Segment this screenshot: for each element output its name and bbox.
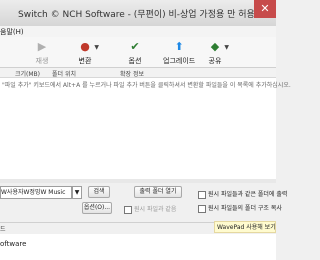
wavepad-notice[interactable]: WavePad 사용해 보기 [214, 221, 276, 233]
upgrade-label: 업그레이드 [163, 57, 196, 65]
output-same-folder-checkbox[interactable] [198, 190, 206, 199]
folder-dropdown-button[interactable]: ▼ [72, 186, 82, 199]
same-folder-label: 원시 파일과 같음 [134, 206, 177, 213]
checklist-icon: ✔ [130, 40, 140, 53]
menu-help[interactable]: 움말(H) [0, 27, 24, 37]
copy-folder-structure-option[interactable]: 원시 파일들의 폴더 구조 복사 [198, 203, 282, 213]
status-text: 드 [0, 226, 6, 233]
column-info[interactable]: 확장 정보 [120, 69, 144, 78]
options-label: 옵션 [128, 57, 142, 65]
convert-icon: ● [80, 40, 90, 53]
browse-button[interactable]: 검색 [88, 186, 110, 198]
play-label: 재생 [35, 57, 49, 65]
footer-text: oftware [0, 240, 27, 248]
share-icon: ◆ [210, 40, 220, 53]
upgrade-icon: ⬆ [174, 40, 184, 53]
options-button[interactable]: ✔ 옵션 [128, 40, 142, 66]
close-button[interactable]: ✕ [254, 0, 276, 18]
share-button[interactable]: ◆ 공유 ▼ [208, 40, 229, 66]
chevron-down-icon[interactable]: ▼ [224, 44, 229, 51]
same-folder-checkbox[interactable] [124, 205, 132, 214]
file-list[interactable] [0, 78, 276, 179]
copy-folder-structure-label: 원시 파일들의 폴더 구조 복사 [208, 205, 282, 212]
convert-label: 변환 [78, 57, 92, 65]
menu-bar [0, 26, 276, 37]
window-title: Switch © NCH Software - (무편이) 비-상업 가정용 만… [18, 10, 255, 20]
chevron-down-icon[interactable]: ▼ [94, 44, 99, 51]
play-icon: ▶ [37, 40, 47, 53]
output-same-folder-label: 원시 파일들과 같은 폴더에 출력 [208, 191, 288, 198]
copy-folder-structure-checkbox[interactable] [198, 204, 206, 213]
upgrade-button[interactable]: ⬆ 업그레이드 [163, 40, 195, 66]
column-size[interactable]: 크기(MB) [15, 69, 40, 78]
share-label: 공유 [208, 57, 222, 65]
convert-button[interactable]: ● 변환 ▼ [78, 40, 99, 66]
column-folder[interactable]: 폴더 위치 [52, 69, 76, 78]
output-same-folder-option[interactable]: 원시 파일들과 같은 폴더에 출력 [198, 189, 287, 199]
list-header: 크기(MB) 폴더 위치 확장 정보 [0, 68, 276, 78]
same-folder-option[interactable]: 원시 파일과 같음 [124, 204, 176, 214]
footer [0, 234, 276, 260]
open-output-folder-button[interactable]: 출력 폴더 열기 [134, 186, 182, 198]
empty-list-hint: "파일 추가" 키보드에서 Alt+A 를 누르거나 파일 추가 버튼을 클릭하… [2, 82, 291, 89]
encoder-options-button[interactable]: 옵션(O)... [82, 202, 112, 214]
play-button[interactable]: ▶ 재생 [35, 40, 49, 66]
output-folder-field[interactable]: W사용자W정밍W Music [0, 186, 72, 199]
